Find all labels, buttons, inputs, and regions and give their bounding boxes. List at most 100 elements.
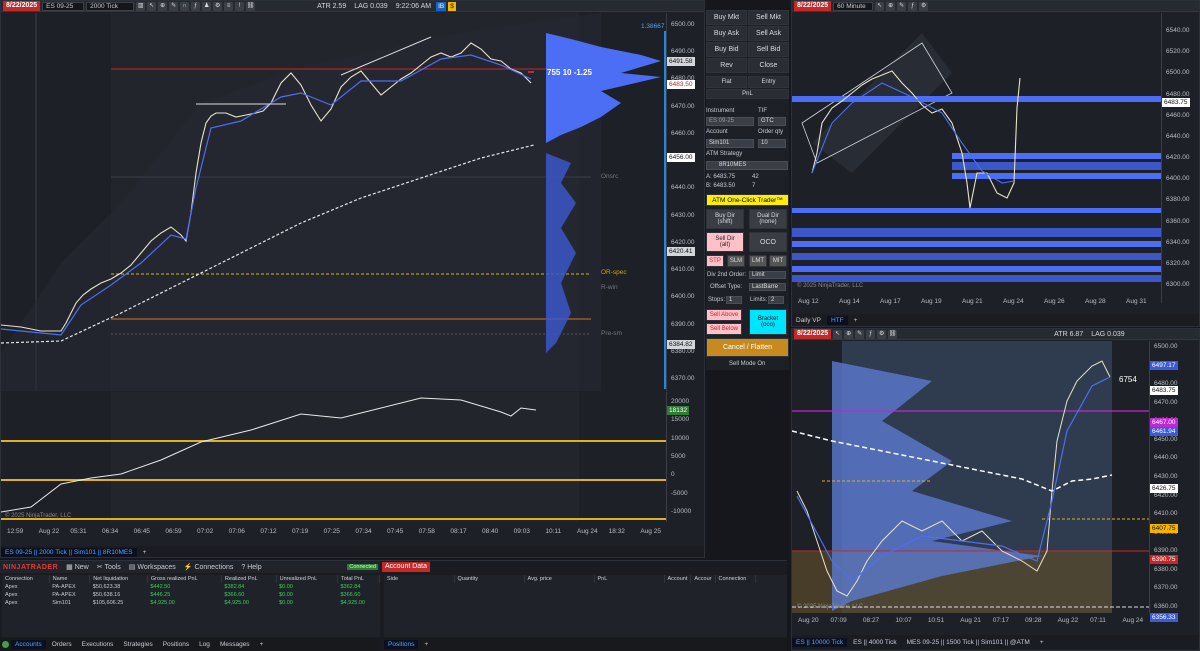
vp-link-icon[interactable]: ⛓ [888,329,898,339]
dual-dir-button[interactable]: Dual Dir (none) [749,209,787,229]
accounts-column-header[interactable]: Net liquidation [89,575,148,583]
sell-dir-button[interactable]: Sell Dir (alt) [706,232,744,252]
tab-mes-1500-tick[interactable]: MES 09-25 || 1500 Tick || Sim101 || @ATM [903,638,1034,647]
htf-interval-selector[interactable]: 60 Minute [833,1,874,11]
stp-button[interactable]: STP [706,255,724,267]
account-row[interactable]: Apex PA-APEX $50,623.38 $442.50 $382.84 $0.00… [2,583,380,591]
htf-indicators-icon[interactable]: ƒ [908,1,918,11]
sell-bid-button[interactable]: Sell Bid [748,42,789,57]
htf-cursor-icon[interactable]: ↖ [875,1,885,11]
htf-properties-icon[interactable]: ⚙ [919,1,929,11]
reverse-button[interactable]: Rev [706,58,747,73]
atm-strategy-select[interactable]: 8R10MES [706,161,788,170]
cursor-icon[interactable]: ↖ [147,1,157,11]
accounts-column-header[interactable]: Unrealized PnL [276,575,339,583]
menu-tools[interactable]: ✂ Tools [97,563,121,571]
instrument-field[interactable]: ES 09-25 [706,117,754,126]
accounts-column-header[interactable]: Connection [2,575,50,583]
positions-column-header[interactable]: Account [664,575,692,583]
vp-zoom-icon[interactable]: ⊕ [844,329,854,339]
flat-button[interactable]: Flat [706,76,747,88]
buy-bid-button[interactable]: Buy Bid [706,42,747,57]
account-select[interactable]: Sim101 [706,139,754,148]
accounts-column-header[interactable]: Total PnL [337,575,380,583]
tab-executions[interactable]: Executions [78,640,118,649]
menu-connections[interactable]: ⚡ Connections [184,563,234,571]
close-button[interactable]: Close [748,58,789,73]
accounts-column-header[interactable]: Gross realized PnL [147,575,222,583]
add-tab-button[interactable]: + [139,548,151,557]
indicators-icon[interactable]: ƒ [191,1,201,11]
vp-cursor-icon[interactable]: ↖ [833,329,843,339]
menu-workspaces[interactable]: ▤ Workspaces [129,563,176,571]
strategies-icon[interactable]: ♟ [202,1,212,11]
account-data-title[interactable]: Account Data [382,562,431,572]
slm-button[interactable]: SLM [727,255,745,267]
tab-daily-vp[interactable]: Daily VP [792,316,825,325]
tab-messages[interactable]: Messages [216,640,254,649]
instrument-selector[interactable]: ES 09-25 [42,1,85,11]
offset-type-select[interactable]: LastBarre [749,283,786,291]
htf-zoom-icon[interactable]: ⊕ [886,1,896,11]
one-click-trader-button[interactable]: ATM One-Click Trader™ [706,194,789,206]
accounts-column-header[interactable]: Realized PnL [221,575,277,583]
positions-column-header[interactable]: Quantity [454,575,525,583]
vp-draw-icon[interactable]: ✎ [855,329,865,339]
bracket-oco-button[interactable]: Bracket (oco) [749,309,787,335]
zoom-icon[interactable]: ⊕ [158,1,168,11]
vp-properties-icon[interactable]: ⚙ [877,329,887,339]
htf-draw-icon[interactable]: ✎ [897,1,907,11]
htf-add-tab-button[interactable]: + [850,316,862,325]
sell-above-button[interactable]: Sell Above [706,309,742,321]
magnet-icon[interactable]: ∩ [180,1,190,11]
chart-tab-es[interactable]: ES 09-25 || 2000 Tick || Sim101 || 8R10M… [1,547,137,557]
buy-mkt-button[interactable]: Buy Mkt [706,10,747,25]
vp-price-plot[interactable] [792,341,1149,613]
pnl-button[interactable]: PnL [706,89,789,99]
account-row[interactable]: Apex PA-APEX $50,638.16 $446.25 $366.60 $0.00… [2,591,380,599]
order-qty-field[interactable]: 10 [758,139,786,148]
tab-log[interactable]: Log [195,640,214,649]
tab-es-10000-tick[interactable]: ES || 10000 Tick [792,637,848,647]
htf-price-plot[interactable] [792,13,1161,303]
sell-below-button[interactable]: Sell Below [706,323,742,335]
tab-accounts[interactable]: Accounts [11,640,46,649]
price-axis[interactable]: 6500.006490.006480.006470.006460.006450.… [666,13,704,391]
buy-ask-button[interactable]: Buy Ask [706,26,747,41]
tab-strategies[interactable]: Strategies [119,640,156,649]
account-row[interactable]: Apex Sim101 $105,606.25 $4,925.00 $4,925.00 $… [2,599,380,607]
buy-dir-button[interactable]: Buy Dir (shift) [706,209,744,229]
vp-indicators-icon[interactable]: ƒ [866,329,876,339]
cc-add-tab-button[interactable]: + [256,640,268,649]
menu-help[interactable]: ? Help [241,564,261,571]
vp-add-tab-button[interactable]: + [1036,638,1048,647]
dom-icon[interactable]: ≡ [224,1,234,11]
oco-button[interactable]: OCO [749,232,787,252]
alert-icon[interactable]: ! [235,1,245,11]
sell-mkt-button[interactable]: Sell Mkt [748,10,789,25]
positions-column-header[interactable]: Accour [690,575,716,583]
tab-orders[interactable]: Orders [48,640,76,649]
accounts-column-header[interactable]: Name [49,575,91,583]
positions-column-header[interactable]: PnL [594,575,665,583]
htf-price-axis[interactable]: 6540.00 6520.00 6500.00 6480.00 6460.00 6440.… [1161,13,1199,303]
stops-field[interactable]: 1 [726,296,742,304]
properties-icon[interactable]: ⚙ [213,1,223,11]
interval-selector[interactable]: 2000 Tick [86,1,135,11]
indicator-panel[interactable] [1,392,666,522]
tif-select[interactable]: GTC [758,117,786,126]
entry-button[interactable]: Entry [748,76,789,88]
vp-price-axis[interactable]: 6500.006490.006480.006470.006460.006450.… [1149,341,1199,622]
draw-icon[interactable]: ✎ [169,1,179,11]
cancel-flatten-button[interactable]: Cancel / Flatten [706,338,789,357]
positions-column-header[interactable]: Connection [715,575,756,583]
limits-field[interactable]: 2 [768,296,784,304]
tab-es-4000-tick[interactable]: ES || 4000 Tick [849,638,900,647]
bar-type-icon[interactable]: ▥ [136,1,146,11]
tab-account-positions[interactable]: Positions [384,640,419,649]
mit-button[interactable]: MIT [769,255,787,267]
positions-column-header[interactable]: Side [384,575,455,583]
menu-new[interactable]: ▦ New [66,563,89,571]
sell-ask-button[interactable]: Sell Ask [748,26,789,41]
link-icon[interactable]: ⛓ [246,1,256,11]
